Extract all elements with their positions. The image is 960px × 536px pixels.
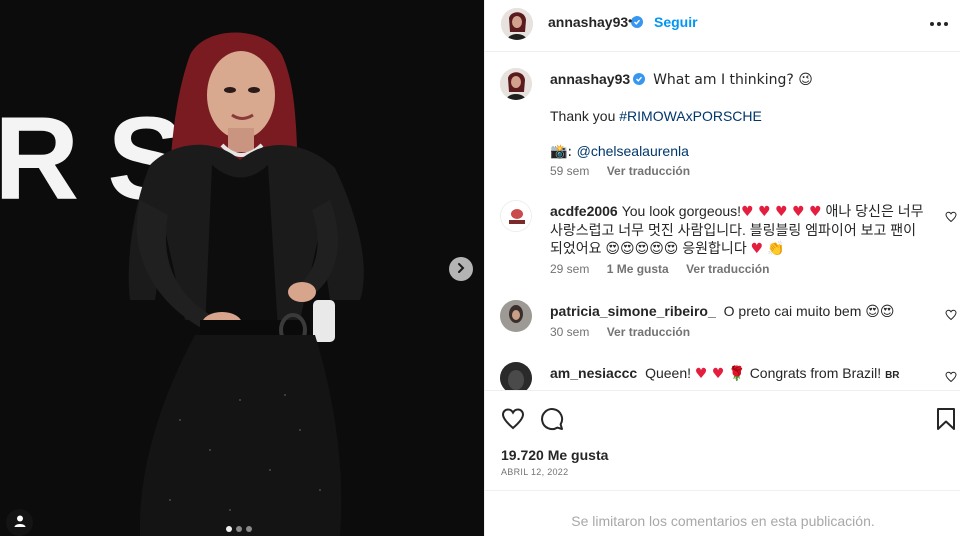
- comment-icon[interactable]: [540, 407, 564, 434]
- comment-text-part: O preto cai muito bem: [723, 303, 862, 319]
- comment-text-part: 응원합니다: [682, 240, 747, 256]
- comment-time[interactable]: 29 sem: [550, 262, 589, 276]
- comment-text: patricia_simone_ribeiro_ O preto cai mui…: [550, 302, 930, 321]
- comment-time[interactable]: 30 sem: [550, 325, 589, 339]
- carousel-dot: [236, 526, 242, 532]
- more-horizontal-icon[interactable]: [928, 13, 950, 38]
- comment-text: acdfe2006 You look gorgeous!♥ ♥ ♥ ♥ ♥ 애나 …: [550, 202, 930, 258]
- bookmark-icon[interactable]: [935, 407, 957, 434]
- rose-emoji: 🌹: [728, 366, 746, 382]
- header-separator: •: [628, 14, 633, 28]
- follow-button[interactable]: Seguir: [654, 14, 698, 30]
- comment-like-heart-icon[interactable]: [945, 210, 957, 226]
- post-header: annashay93 • Seguir: [485, 0, 960, 52]
- mention-link[interactable]: @chelsealaurenla: [577, 143, 689, 159]
- user-tag-icon: [13, 514, 27, 531]
- comments-limited-notice: Se limitaron los comentarios en esta pub…: [485, 490, 960, 536]
- carousel-dot: [246, 526, 252, 532]
- heart-eyes-emojis: 😍😍: [865, 304, 895, 320]
- post-photo-person: [128, 32, 364, 536]
- likes-count[interactable]: 19.720 Me gusta: [501, 447, 608, 463]
- commenter-avatar[interactable]: [500, 200, 532, 232]
- comment-text-part: Congrats from Brazil!: [749, 365, 882, 381]
- carousel-dot: [226, 526, 232, 532]
- comment-likes[interactable]: 1 Me gusta: [607, 262, 669, 276]
- translate-button[interactable]: Ver traducción: [686, 262, 769, 276]
- heart-eyes-emojis: 😍😍😍😍😍: [605, 241, 679, 257]
- comment-username[interactable]: acdfe2006: [550, 203, 618, 219]
- caption-credit: 📸: @chelsealaurenla: [550, 142, 930, 161]
- post-actions: 19.720 Me gusta Abril 12, 2022: [485, 390, 960, 490]
- heart-emoji: ♥: [750, 241, 764, 257]
- heart-emojis: ♥ ♥ ♥ ♥ ♥: [741, 204, 822, 220]
- clap-emoji: 👏: [767, 241, 785, 257]
- caption-thanks: Thank you: [550, 108, 620, 124]
- caption-meta: 59 sem Ver traducción: [550, 164, 704, 178]
- caption-line1: What am I thinking? 😉: [653, 72, 813, 88]
- caption-username[interactable]: annashay93: [550, 71, 646, 87]
- carousel-indicator: [226, 526, 252, 532]
- comment-meta: 29 sem 1 Me gusta Ver traducción: [550, 262, 783, 276]
- caption-time[interactable]: 59 sem: [550, 164, 589, 178]
- chevron-right-icon: [455, 261, 467, 277]
- post-media[interactable]: RSC: [0, 0, 484, 536]
- heart-emojis: ♥ ♥: [694, 366, 725, 382]
- post-side-panel: annashay93 • Seguir annashay93 What am I…: [484, 0, 960, 536]
- verified-badge-icon: [633, 73, 646, 85]
- translate-button[interactable]: Ver traducción: [607, 164, 690, 178]
- comment-username[interactable]: am_nesiaccc: [550, 365, 637, 381]
- comment-like-heart-icon[interactable]: [945, 308, 957, 324]
- author-avatar[interactable]: [500, 68, 532, 100]
- comment-text-part: Queen!: [645, 365, 692, 381]
- comment-text-part: You look gorgeous!: [621, 203, 742, 219]
- translate-button[interactable]: Ver traducción: [607, 325, 690, 339]
- hashtag-link[interactable]: #RIMOWAxPORSCHE: [619, 108, 762, 124]
- comment-like-heart-icon[interactable]: [945, 370, 957, 386]
- commenter-avatar[interactable]: [500, 362, 532, 390]
- camera-credit-prefix: 📸:: [550, 144, 577, 160]
- comment-username[interactable]: patricia_simone_ribeiro_: [550, 303, 716, 319]
- heart-outline-icon[interactable]: [501, 407, 525, 434]
- commenter-avatar[interactable]: [500, 300, 532, 332]
- tagged-users-button[interactable]: [6, 509, 33, 536]
- comment-meta: 30 sem Ver traducción: [550, 325, 704, 339]
- caption-text: annashay93 What am I thinking? 😉 Thank y…: [550, 70, 930, 161]
- post-date[interactable]: Abril 12, 2022: [501, 467, 568, 477]
- caption-line2: Thank you #RIMOWAxPORSCHE: [550, 107, 930, 125]
- brazil-flag-emoji: BR: [885, 370, 900, 381]
- comments-list[interactable]: annashay93 What am I thinking? 😉 Thank y…: [485, 52, 960, 390]
- author-avatar[interactable]: [501, 8, 533, 40]
- verified-badge-icon: [631, 16, 644, 28]
- carousel-next-button[interactable]: [449, 257, 473, 281]
- comment-text: am_nesiaccc Queen! ♥ ♥ 🌹 Congrats from B…: [550, 364, 930, 385]
